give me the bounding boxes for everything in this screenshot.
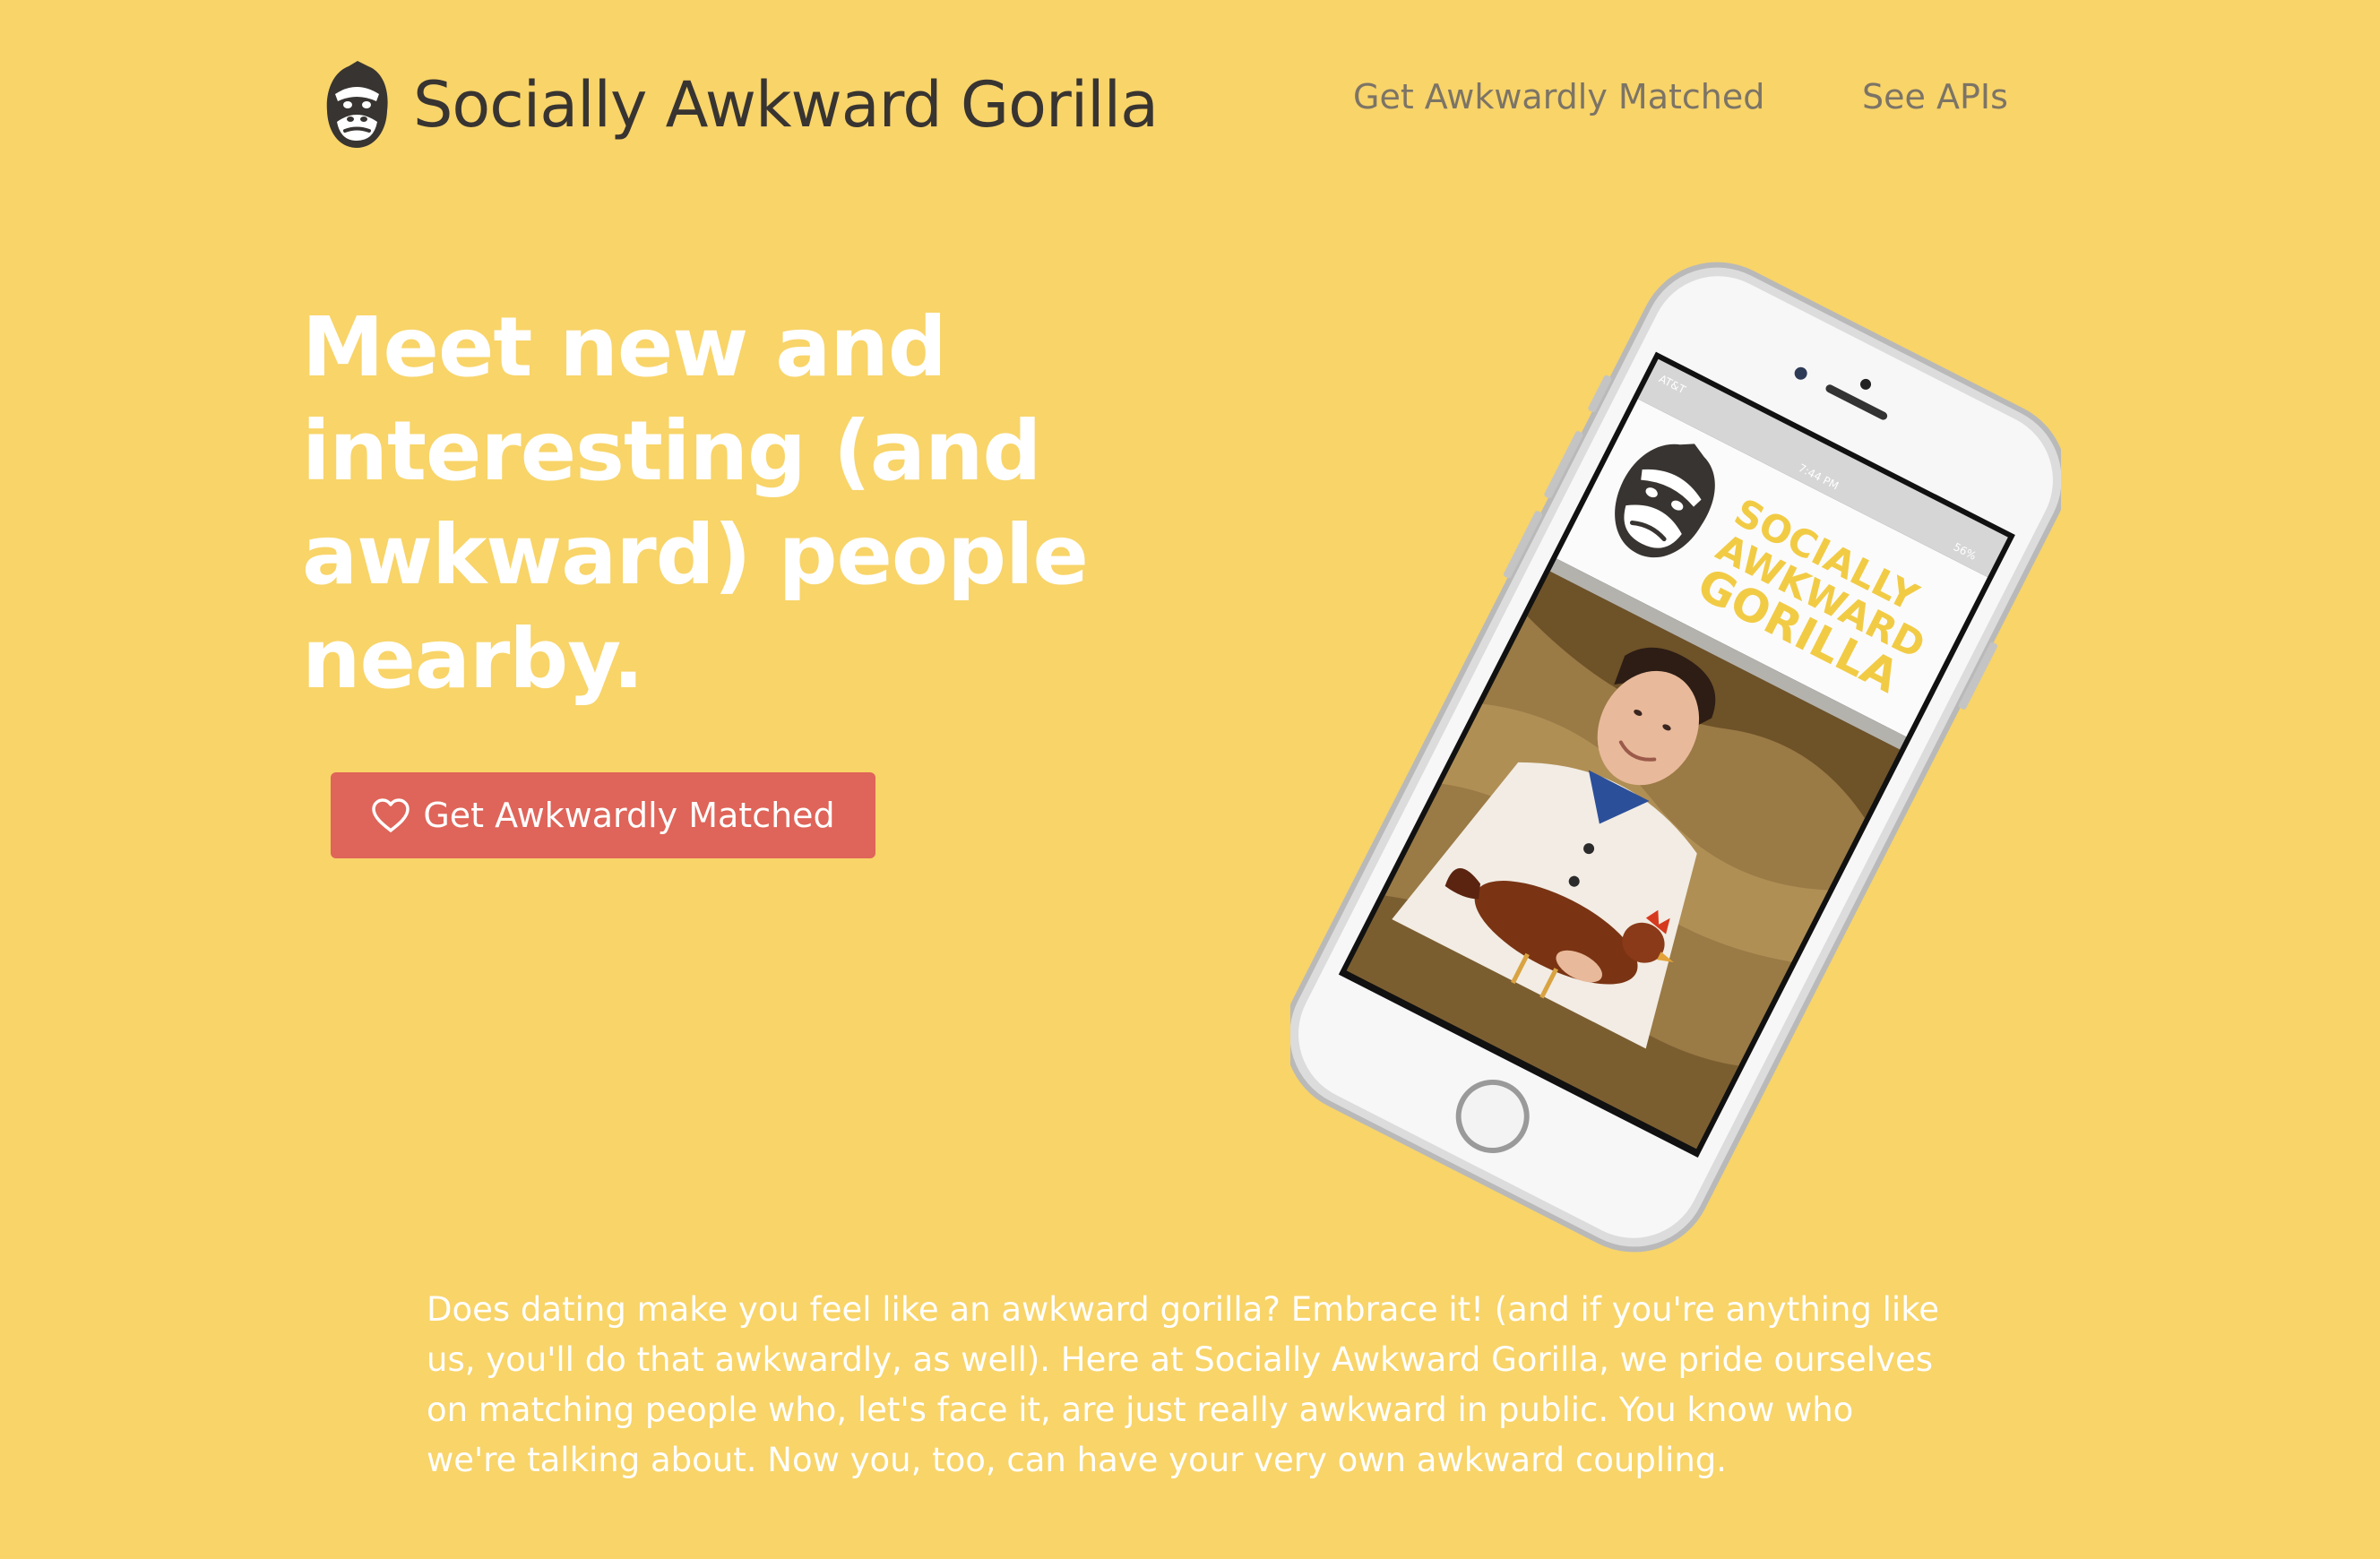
phone-mockup: AT&T 7:44 PM 56% SOCIALLY AWKWARD GORILL…	[1290, 260, 2061, 1254]
nav-see-apis[interactable]: See APIs	[1862, 77, 2008, 116]
gorilla-logo-icon	[326, 61, 388, 148]
get-awkwardly-matched-button[interactable]: Get Awkwardly Matched	[331, 772, 875, 858]
nav-get-awkwardly-matched[interactable]: Get Awkwardly Matched	[1353, 77, 1764, 116]
brand-name: Socially Awkward Gorilla	[413, 68, 1159, 142]
phone-mockup-graphic: AT&T 7:44 PM 56% SOCIALLY AWKWARD GORILL…	[1290, 262, 2061, 1253]
cta-label: Get Awkwardly Matched	[423, 796, 835, 835]
hero-headline: Meet new and interesting (and awkward) p…	[302, 299, 1089, 707]
brand-home-link[interactable]: Socially Awkward Gorilla	[318, 56, 1159, 154]
heart-icon	[372, 798, 410, 832]
description-paragraph: Does dating make you feel like an awkwar…	[427, 1290, 1940, 1479]
landing-page: Socially Awkward Gorilla Get Awkwardly M…	[0, 0, 2380, 1559]
